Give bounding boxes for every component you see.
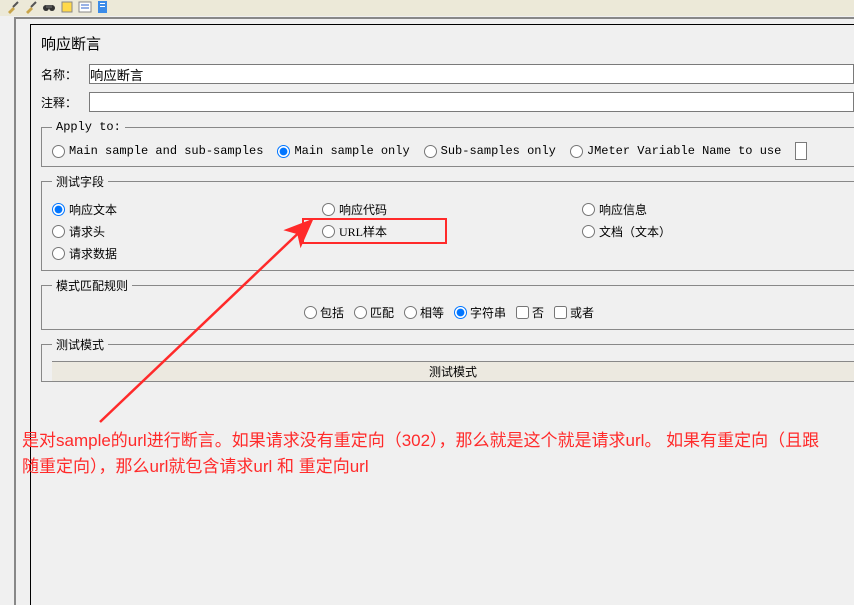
pr-contains-radio[interactable] (304, 306, 317, 319)
pr-matches-radio[interactable] (354, 306, 367, 319)
toolbar-icon-binoculars[interactable] (42, 0, 56, 14)
name-input[interactable] (89, 64, 854, 84)
pattern-rules-legend: 模式匹配规则 (52, 277, 132, 294)
comment-row: 注释： (41, 92, 854, 112)
apply-main-only[interactable]: Main sample only (277, 144, 409, 158)
tf-url-sample-radio[interactable] (322, 225, 335, 238)
annotation-text: 是对sample的url进行断言。如果请求没有重定向（302），那么就是这个就是… (22, 428, 834, 479)
pr-substring-radio[interactable] (454, 306, 467, 319)
pr-matches[interactable]: 匹配 (354, 304, 394, 321)
apply-main-sub-radio[interactable] (52, 145, 65, 158)
page-title: 响应断言 (41, 33, 854, 54)
tf-resp-info-radio[interactable] (582, 203, 595, 216)
apply-sub-only-radio[interactable] (424, 145, 437, 158)
tf-req-data-radio[interactable] (52, 247, 65, 260)
tf-resp-code[interactable]: 响应代码 (322, 201, 582, 218)
tf-req-head[interactable]: 请求头 (52, 223, 322, 240)
apply-jmeter-var-radio[interactable] (570, 145, 583, 158)
tf-resp-info[interactable]: 响应信息 (582, 201, 846, 218)
apply-to-fieldset: Apply to: Main sample and sub-samples Ma… (41, 120, 854, 167)
comment-input[interactable] (89, 92, 854, 112)
pr-or[interactable]: 或者 (554, 304, 594, 321)
assertion-panel: 响应断言 名称： 注释： Apply to: Main sample and s… (30, 24, 854, 605)
pr-substring[interactable]: 字符串 (454, 304, 506, 321)
tf-url-sample[interactable]: URL样本 (322, 223, 582, 240)
tf-req-data[interactable]: 请求数据 (52, 245, 322, 262)
apply-sub-only[interactable]: Sub-samples only (424, 144, 556, 158)
jmeter-var-input[interactable] (795, 142, 807, 160)
pr-contains[interactable]: 包括 (304, 304, 344, 321)
tf-req-head-radio[interactable] (52, 225, 65, 238)
toolbar (0, 0, 854, 16)
comment-label: 注释： (41, 94, 89, 111)
tf-resp-text-radio[interactable] (52, 203, 65, 216)
pr-or-check[interactable] (554, 306, 567, 319)
toolbar-icon-note[interactable] (60, 0, 74, 14)
tf-doc-text-radio[interactable] (582, 225, 595, 238)
pr-not-check[interactable] (516, 306, 529, 319)
apply-main-sub[interactable]: Main sample and sub-samples (52, 144, 263, 158)
tf-resp-text[interactable]: 响应文本 (52, 201, 322, 218)
pr-not[interactable]: 否 (516, 304, 544, 321)
test-mode-legend: 测试模式 (52, 336, 108, 353)
name-row: 名称： (41, 64, 854, 84)
apply-jmeter-var[interactable]: JMeter Variable Name to use (570, 144, 781, 158)
name-label: 名称： (41, 66, 89, 83)
toolbar-icon-broom-2[interactable] (24, 0, 38, 14)
apply-main-only-radio[interactable] (277, 145, 290, 158)
test-field-legend: 测试字段 (52, 173, 108, 190)
toolbar-icon-broom[interactable] (6, 0, 20, 14)
tf-resp-code-radio[interactable] (322, 203, 335, 216)
pr-equals[interactable]: 相等 (404, 304, 444, 321)
pr-equals-radio[interactable] (404, 306, 417, 319)
tf-doc-text[interactable]: 文档（文本） (582, 223, 846, 240)
pattern-rules-fieldset: 模式匹配规则 包括 匹配 相等 字符串 否 (41, 277, 854, 330)
apply-to-legend: Apply to: (52, 120, 125, 134)
test-field-fieldset: 测试字段 响应文本 响应代码 响应信息 请求头 URL样本 (41, 173, 854, 271)
test-mode-fieldset: 测试模式 测试模式 (41, 336, 854, 382)
toolbar-icon-list[interactable] (78, 0, 92, 14)
toolbar-icon-doc[interactable] (96, 0, 110, 14)
test-mode-table-header: 测试模式 (52, 361, 854, 381)
